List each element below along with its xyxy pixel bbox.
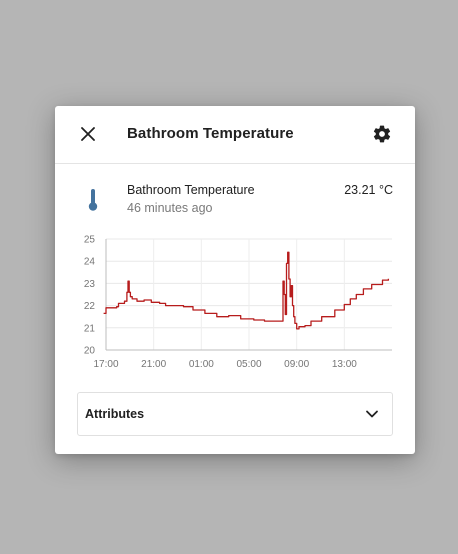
close-button[interactable] — [75, 121, 101, 147]
history-chart: 20 21 22 23 24 25 17:00 21:00 01:00 05:00 09:00 13… — [84, 235, 392, 370]
x-tick-label: 05:00 — [236, 359, 261, 370]
last-changed: 46 minutes ago — [127, 201, 213, 215]
x-tick-label: 17:00 — [93, 359, 118, 370]
attributes-label: Attributes — [85, 407, 145, 421]
settings-button[interactable] — [370, 122, 394, 146]
y-tick-label: 23 — [84, 279, 96, 290]
y-tick-label: 25 — [84, 235, 96, 246]
entity-state: 23.21 °C — [344, 183, 393, 197]
x-tick-label: 13:00 — [332, 359, 357, 370]
x-tick-label: 21:00 — [141, 359, 166, 370]
dialog-header: Bathroom Temperature — [55, 106, 415, 164]
attributes-expander[interactable]: Attributes — [77, 392, 393, 436]
y-tick-label: 24 — [84, 257, 96, 268]
entity-name: Bathroom Temperature — [127, 183, 255, 197]
entity-row: Bathroom Temperature 46 minutes ago 23.2… — [55, 176, 415, 218]
y-tick-label: 22 — [84, 301, 96, 312]
thermometer-icon — [88, 189, 98, 211]
chevron-down-icon — [366, 410, 378, 418]
y-tick-label: 21 — [84, 323, 96, 334]
x-tick-label: 09:00 — [284, 359, 309, 370]
y-tick-label: 20 — [84, 346, 96, 357]
temperature-series-line — [103, 251, 390, 330]
dialog-title: Bathroom Temperature — [127, 125, 294, 142]
gear-icon — [373, 125, 391, 143]
x-tick-label: 01:00 — [189, 359, 214, 370]
close-icon — [81, 127, 95, 141]
more-info-dialog: Bathroom Temperature Bathroom Temperatur… — [55, 106, 415, 454]
